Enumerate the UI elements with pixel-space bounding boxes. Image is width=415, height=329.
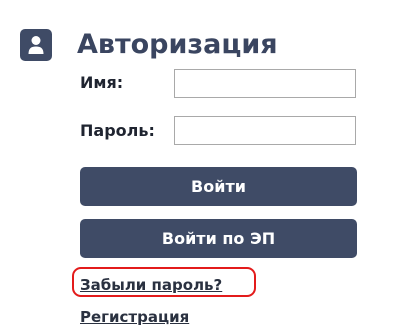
- register-link[interactable]: Регистрация: [80, 307, 189, 327]
- password-field[interactable]: [174, 116, 356, 145]
- login-panel: Авторизация Имя: Пароль: Войти Войти по …: [0, 0, 415, 329]
- login-button[interactable]: Войти: [80, 167, 357, 206]
- forgot-password-link[interactable]: Забыли пароль?: [80, 275, 222, 295]
- password-label: Пароль:: [80, 121, 155, 140]
- name-label: Имя:: [80, 73, 124, 92]
- page-title: Авторизация: [77, 29, 278, 60]
- name-field[interactable]: [174, 69, 356, 98]
- ep-login-button[interactable]: Войти по ЭП: [80, 219, 357, 258]
- user-icon: [20, 29, 52, 61]
